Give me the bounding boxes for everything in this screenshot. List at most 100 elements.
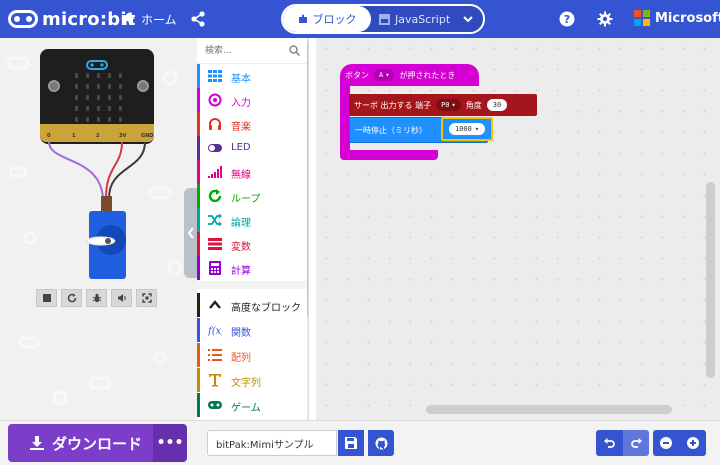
category-color-bar (197, 256, 200, 280)
signal-bars-icon (208, 166, 222, 178)
tab-blocks[interactable]: ブロック (283, 6, 371, 32)
button-dropdown[interactable]: A ▾ (374, 69, 395, 81)
category-label: 基本 (231, 74, 251, 85)
category-led[interactable]: LED (197, 136, 307, 160)
redo-button[interactable] (623, 430, 649, 456)
category-logic[interactable]: 論理 (197, 208, 307, 232)
fullscreen-icon (141, 293, 152, 303)
gamepad-icon (208, 401, 222, 409)
restart-button[interactable] (61, 289, 82, 307)
category-label: 変数 (231, 242, 251, 253)
fullscreen-button[interactable] (136, 289, 157, 307)
puzzle-icon (298, 14, 307, 23)
collapse-simulator-button[interactable] (184, 188, 198, 278)
download-button[interactable]: ダウンロード (8, 424, 153, 462)
search-input[interactable] (205, 43, 283, 59)
download-icon (30, 436, 44, 450)
toolbox-search (197, 38, 307, 64)
category-loops[interactable]: ループ (197, 184, 307, 208)
github-button[interactable] (368, 430, 394, 456)
gear-icon[interactable] (597, 11, 613, 27)
zoom-in-icon (686, 437, 699, 449)
category-music[interactable]: 音楽 (197, 112, 307, 136)
makecode-editor: micro:bit ホーム ブロック JavaScript ? Microsof… (0, 0, 720, 465)
servo-write-block[interactable]: サーボ 出力する 端子 P0 ▾ 角度 30 (349, 94, 537, 116)
save-button[interactable] (338, 430, 364, 456)
workspace-vertical-scrollbar[interactable] (706, 182, 715, 378)
category-label: 論理 (231, 218, 251, 229)
pause-value-field[interactable]: 1000 ▾ (441, 117, 493, 141)
toolbox-scroll-thumb[interactable] (307, 40, 308, 318)
on-button-pressed-block[interactable]: ボタン A ▾ が押されたとき (340, 64, 479, 86)
microsoft-logo[interactable]: Microsoft (634, 10, 720, 26)
text-icon (209, 374, 221, 387)
category-advanced[interactable]: 高度なブロック (197, 293, 307, 317)
category-label: 文字列 (231, 378, 261, 389)
category-input[interactable]: 入力 (197, 88, 307, 112)
category-functions[interactable]: f(x) 関数 (197, 318, 307, 342)
category-game[interactable]: ゲーム (197, 393, 307, 417)
category-variables[interactable]: 変数 (197, 232, 307, 256)
category-label: ゲーム (231, 403, 261, 414)
microsoft-squares-icon (634, 10, 650, 26)
function-icon: f(x) (208, 326, 222, 337)
mute-button[interactable] (111, 289, 132, 307)
category-label: LED (231, 142, 251, 153)
stop-button[interactable] (36, 289, 57, 307)
workspace-horizontal-scrollbar[interactable] (426, 405, 672, 414)
redo-icon (630, 438, 642, 448)
chevron-down-icon[interactable] (461, 12, 475, 26)
category-color-bar (197, 232, 200, 256)
pin-dropdown[interactable]: P0 ▾ (436, 99, 461, 111)
category-arrays[interactable]: 配列 (197, 343, 307, 367)
zoom-out-button[interactable] (653, 430, 679, 456)
search-icon[interactable] (289, 45, 300, 56)
angle-input[interactable]: 30 (486, 99, 508, 111)
download-label: ダウンロード (52, 434, 143, 453)
stop-icon (42, 294, 51, 302)
category-text[interactable]: 文字列 (197, 368, 307, 392)
tab-javascript[interactable]: JavaScript (379, 6, 459, 32)
angle-label: 角度 (465, 100, 482, 110)
zoom-in-button[interactable] (679, 430, 706, 456)
tab-blocks-label: ブロック (312, 13, 357, 26)
category-label: ループ (231, 194, 261, 205)
simulator-toolbar (36, 289, 157, 307)
save-icon (345, 437, 357, 449)
category-color-bar (197, 64, 200, 88)
category-color-bar (197, 160, 200, 184)
brand-label: Microsoft (655, 10, 720, 26)
hat-suffix: が押されたとき (399, 70, 456, 80)
hat-block-footer (340, 150, 438, 160)
pause-dropdown[interactable]: 1000 ▾ (448, 123, 486, 135)
project-name-input[interactable] (207, 430, 337, 456)
tab-javascript-label: JavaScript (395, 12, 451, 26)
pin-value: P0 (441, 101, 450, 109)
toggle-icon (208, 144, 222, 152)
category-color-bar (197, 136, 200, 160)
shuffle-icon (208, 213, 222, 227)
more-options-button[interactable]: ••• (153, 424, 187, 462)
home-button[interactable]: ホーム (120, 10, 177, 28)
category-color-bar (197, 208, 200, 232)
refresh-icon (208, 189, 222, 203)
category-math[interactable]: 計算 (197, 256, 307, 280)
category-color-bar (197, 88, 200, 112)
servo-horn[interactable] (83, 233, 119, 249)
category-label: 音楽 (231, 122, 251, 133)
github-icon (375, 437, 387, 449)
dropdown-arrow-icon: ▾ (385, 71, 390, 79)
toolbox-scrollbar[interactable] (307, 38, 308, 420)
more-dots-icon: ••• (156, 435, 184, 451)
grid-icon (208, 70, 222, 82)
home-label: ホーム (141, 12, 177, 27)
dropdown-arrow-icon: ▾ (451, 101, 456, 109)
share-icon[interactable] (190, 11, 206, 27)
undo-button[interactable] (596, 430, 623, 456)
bug-icon (92, 293, 101, 303)
microbit-logo[interactable]: micro:bit (8, 8, 136, 30)
help-icon[interactable]: ? (559, 11, 575, 27)
debug-button[interactable] (86, 289, 107, 307)
category-basic[interactable]: 基本 (197, 64, 307, 88)
category-radio[interactable]: 無線 (197, 160, 307, 184)
